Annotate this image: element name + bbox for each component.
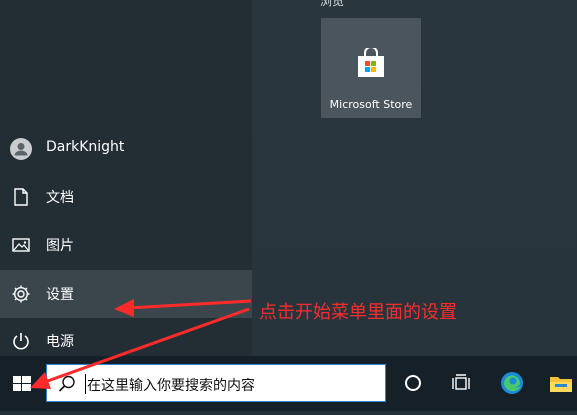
menu-item-label: DarkKnight [46,139,125,155]
menu-item-label: 文档 [46,190,74,206]
document-icon [14,188,28,206]
text-caret [85,374,86,394]
menu-item-user[interactable]: DarkKnight [0,125,252,173]
file-explorer-icon[interactable] [548,370,574,396]
task-view-icon[interactable] [448,370,474,396]
search-icon [58,375,75,392]
cortana-icon[interactable] [400,370,426,396]
search-placeholder: 在这里输入你要搜索的内容 [87,378,255,394]
edge-icon[interactable] [499,370,525,396]
start-button[interactable] [0,356,45,411]
microsoft-store-tile[interactable]: Microsoft Store [321,18,421,118]
menu-item-documents[interactable]: 文档 [0,173,252,221]
store-icon [358,48,384,77]
power-icon [13,333,29,350]
windows-logo-icon [13,376,31,391]
taskbar-search-box[interactable]: 在这里输入你要搜索的内容 [46,364,386,402]
menu-item-settings[interactable]: 设置 [0,270,252,318]
pictures-icon [12,238,30,252]
gear-icon [12,285,30,303]
group-label: 浏览 [320,0,345,8]
menu-item-label: 图片 [46,238,74,254]
menu-item-label: 设置 [46,287,74,303]
annotation-text: 点击开始菜单里面的设置 [259,302,457,323]
avatar-icon [10,138,32,160]
menu-item-pictures[interactable]: 图片 [0,221,252,269]
tile-label: Microsoft Store [329,98,413,111]
menu-item-label: 电源 [46,334,74,350]
